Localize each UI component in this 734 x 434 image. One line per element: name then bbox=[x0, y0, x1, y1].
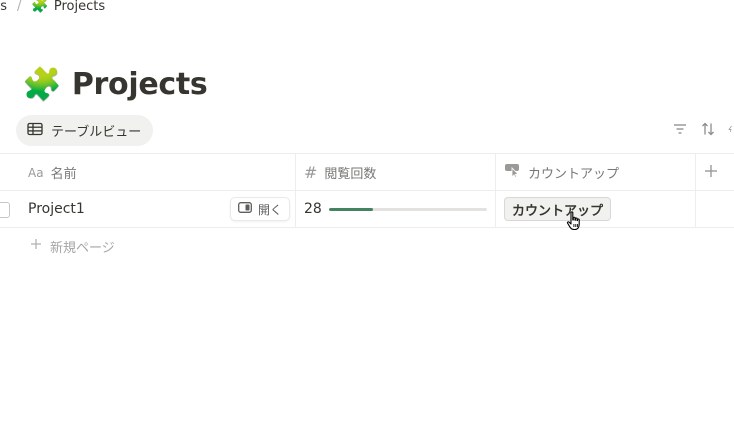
add-column-button[interactable] bbox=[704, 154, 718, 191]
view-tab-label: テーブルビュー bbox=[51, 125, 142, 140]
open-page-label: 開く bbox=[258, 202, 283, 217]
new-page-label: 新規ページ bbox=[50, 240, 115, 256]
column-divider bbox=[295, 154, 296, 191]
lightning-icon[interactable] bbox=[728, 121, 734, 137]
side-peek-icon bbox=[238, 202, 252, 216]
views-count[interactable]: 28 bbox=[304, 191, 322, 227]
hand-pointer-cursor-icon bbox=[566, 211, 584, 231]
count-up-button[interactable]: カウントアップ bbox=[504, 197, 612, 221]
table-header: Aa 名前 # 閲覧回数 カウントアップ bbox=[0, 153, 734, 191]
column-header-label: 閲覧回数 bbox=[324, 167, 377, 182]
view-tab-table[interactable]: テーブルビュー bbox=[16, 115, 154, 146]
sort-icon[interactable] bbox=[700, 121, 716, 137]
views-progress-fill bbox=[329, 208, 374, 211]
column-divider bbox=[495, 154, 496, 191]
table-icon bbox=[27, 122, 43, 140]
column-divider bbox=[695, 154, 696, 191]
breadcrumb: cts / 🧩 Projects bbox=[0, 0, 105, 16]
button-cursor-icon bbox=[504, 163, 521, 182]
view-toolbar bbox=[672, 121, 734, 137]
column-divider bbox=[695, 191, 696, 227]
text-aa-icon: Aa bbox=[28, 165, 44, 180]
row-checkbox[interactable] bbox=[0, 202, 10, 218]
row-name[interactable]: Project1 bbox=[28, 191, 85, 227]
breadcrumb-separator: / bbox=[17, 0, 22, 14]
column-header-name[interactable]: Aa 名前 bbox=[28, 154, 77, 191]
page-icon[interactable]: 🧩 bbox=[22, 68, 62, 100]
column-divider bbox=[295, 191, 296, 227]
breadcrumb-current[interactable]: 🧩 Projects bbox=[31, 0, 105, 14]
new-page-button[interactable]: 新規ページ bbox=[30, 236, 115, 256]
page-title: 🧩 Projects bbox=[22, 64, 208, 104]
plus-icon bbox=[30, 238, 42, 254]
puzzle-icon: 🧩 bbox=[31, 0, 49, 14]
page-title-text[interactable]: Projects bbox=[72, 67, 208, 102]
column-header-label: 名前 bbox=[50, 167, 77, 182]
table-row[interactable]: Project1 開く 28 bbox=[0, 191, 734, 228]
filter-icon[interactable] bbox=[672, 121, 688, 137]
column-header-label: カウントアップ bbox=[528, 167, 620, 182]
open-page-button[interactable]: 開く bbox=[230, 197, 291, 221]
hash-icon: # bbox=[304, 163, 318, 182]
column-header-views[interactable]: # 閲覧回数 bbox=[304, 154, 376, 191]
breadcrumb-current-label: Projects bbox=[53, 0, 106, 14]
column-divider bbox=[495, 191, 496, 227]
plus-icon bbox=[704, 164, 718, 182]
column-header-button[interactable]: カウントアップ bbox=[504, 154, 619, 191]
views-progress-bar bbox=[329, 208, 487, 211]
breadcrumb-parent[interactable]: cts bbox=[0, 0, 7, 14]
